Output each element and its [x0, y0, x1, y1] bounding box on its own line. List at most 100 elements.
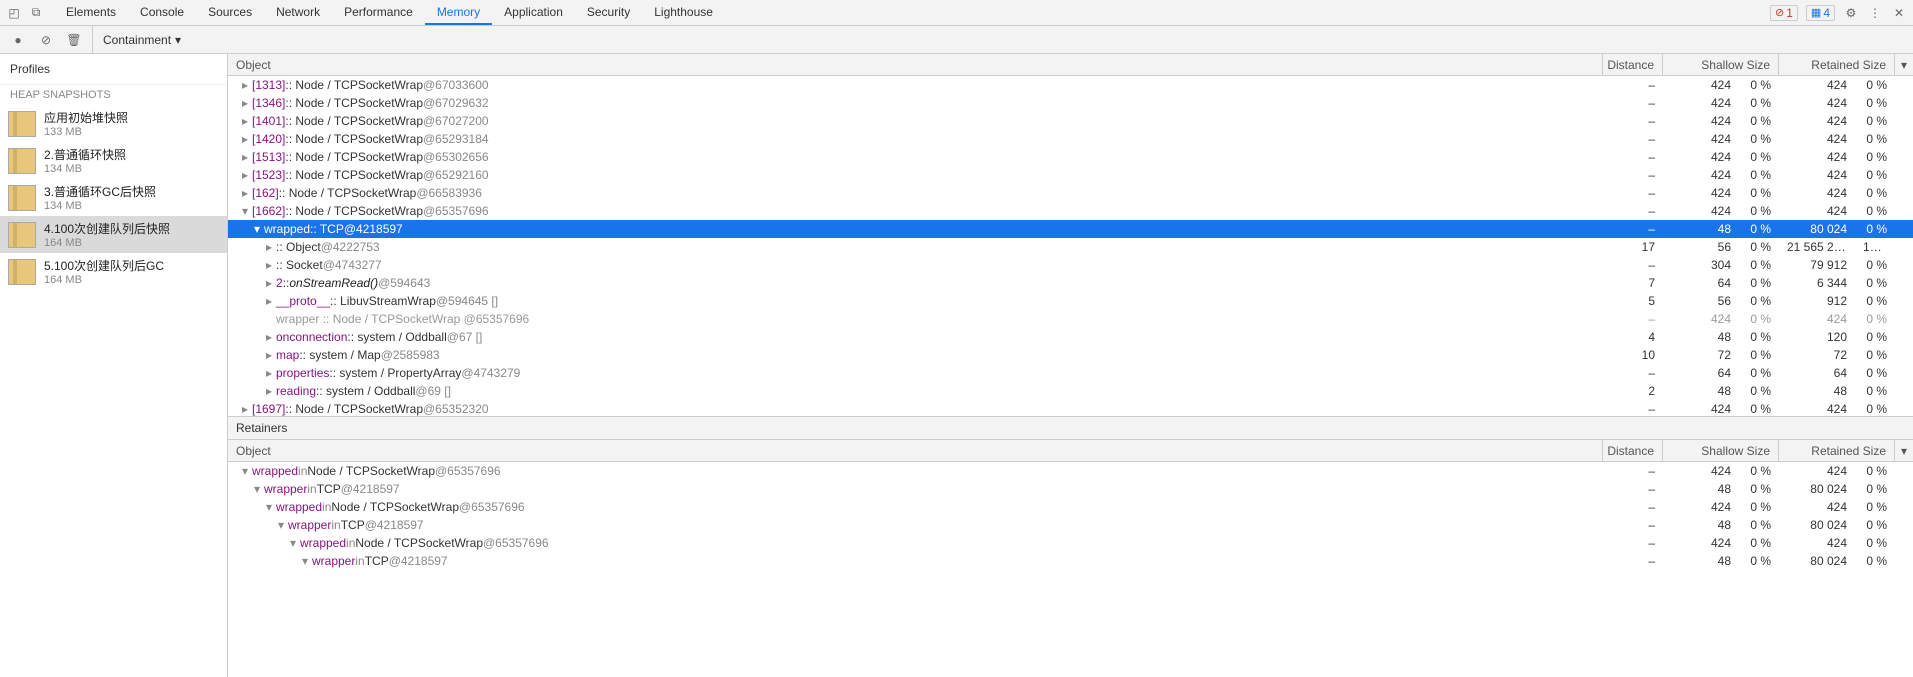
device-icon[interactable]: ⧉: [28, 5, 44, 21]
table-row[interactable]: ▸[162] :: Node / TCPSocketWrap @66583936…: [228, 184, 1913, 202]
expand-icon[interactable]: ▸: [264, 256, 274, 274]
expand-icon[interactable]: ▸: [240, 148, 250, 166]
table-row[interactable]: ▸[1697] :: Node / TCPSocketWrap @6535232…: [228, 400, 1913, 416]
expand-icon[interactable]: ▸: [264, 364, 274, 382]
table-row[interactable]: wrapper :: Node / TCPSocketWrap @6535769…: [228, 310, 1913, 328]
expand-icon[interactable]: ▸: [240, 76, 250, 94]
expand-icon[interactable]: ▸: [240, 166, 250, 184]
table-row[interactable]: ▾wrapper in TCP @4218597–480 %80 0240 %: [228, 480, 1913, 498]
clear-icon[interactable]: ⊘: [38, 32, 54, 48]
cell-shallow-pct: 0 %: [1739, 238, 1779, 256]
cell-shallow-pct: 0 %: [1739, 112, 1779, 130]
tab-lighthouse[interactable]: Lighthouse: [642, 0, 725, 25]
table-row[interactable]: ▸properties :: system / PropertyArray @4…: [228, 364, 1913, 382]
table-row[interactable]: ▸2 :: onStreamRead() @5946437640 %6 3440…: [228, 274, 1913, 292]
collapse-icon[interactable]: ▾: [252, 220, 262, 238]
error-badge[interactable]: ⊘ 1: [1770, 5, 1798, 21]
expand-icon[interactable]: ▸: [264, 328, 274, 346]
col-menu-icon[interactable]: ▾: [1895, 54, 1913, 75]
cell-shallow: 72: [1663, 346, 1739, 364]
expand-icon[interactable]: ▸: [240, 94, 250, 112]
cell-shallow-pct: 0 %: [1739, 400, 1779, 416]
col-shallow[interactable]: Shallow Size: [1663, 54, 1779, 75]
cell-distance: 10: [1603, 346, 1663, 364]
col-distance[interactable]: Distance: [1603, 54, 1663, 75]
expand-icon[interactable]: ▸: [240, 400, 250, 416]
table-row[interactable]: ▸[1513] :: Node / TCPSocketWrap @6530265…: [228, 148, 1913, 166]
collapse-icon[interactable]: ▾: [288, 534, 298, 552]
object-rows[interactable]: ▸[1313] :: Node / TCPSocketWrap @6703360…: [228, 76, 1913, 416]
table-row[interactable]: ▸[1313] :: Node / TCPSocketWrap @6703360…: [228, 76, 1913, 94]
cell-shallow: 64: [1663, 274, 1739, 292]
table-row[interactable]: ▸ :: Socket @4743277–3040 %79 9120 %: [228, 256, 1913, 274]
expand-icon[interactable]: ▸: [264, 238, 274, 256]
expand-icon[interactable]: ▸: [264, 292, 274, 310]
cell-retained-pct: 0 %: [1855, 256, 1895, 274]
collapse-icon[interactable]: ▾: [240, 202, 250, 220]
col-retained[interactable]: Retained Size: [1779, 54, 1895, 75]
inspect-icon[interactable]: ◰: [6, 5, 22, 21]
snapshot-item[interactable]: 4.100次创建队列后快照164 MB: [0, 216, 227, 253]
table-row[interactable]: ▾wrapped in Node / TCPSocketWrap @653576…: [228, 534, 1913, 552]
table-row[interactable]: ▾wrapped in Node / TCPSocketWrap @653576…: [228, 462, 1913, 480]
record-icon[interactable]: ●: [10, 32, 26, 48]
snapshot-item[interactable]: 2.普通循环快照134 MB: [0, 142, 227, 179]
snapshot-thumb-icon: [8, 259, 36, 285]
table-row[interactable]: ▸reading :: system / Oddball @69 []2480 …: [228, 382, 1913, 400]
message-badge[interactable]: ▦ 4: [1806, 5, 1835, 21]
col-object[interactable]: Object: [228, 54, 1603, 75]
snapshot-item[interactable]: 3.普通循环GC后快照134 MB: [0, 179, 227, 216]
tab-console[interactable]: Console: [128, 0, 196, 25]
cell-retained: 80 024: [1779, 220, 1855, 238]
cell-retained-pct: 0 %: [1855, 202, 1895, 220]
trash-icon[interactable]: 🗑: [66, 32, 82, 48]
col-menu-icon[interactable]: ▾: [1895, 440, 1913, 461]
collapse-icon[interactable]: ▾: [252, 480, 262, 498]
tab-elements[interactable]: Elements: [54, 0, 128, 25]
retainer-rows[interactable]: ▾wrapped in Node / TCPSocketWrap @653576…: [228, 462, 1913, 677]
tab-performance[interactable]: Performance: [332, 0, 425, 25]
collapse-icon[interactable]: ▾: [276, 516, 286, 534]
collapse-icon[interactable]: ▾: [300, 552, 310, 570]
table-row[interactable]: ▾wrapped :: TCP @4218597–480 %80 0240 %: [228, 220, 1913, 238]
table-row[interactable]: ▸[1523] :: Node / TCPSocketWrap @6529216…: [228, 166, 1913, 184]
close-icon[interactable]: ✕: [1891, 5, 1907, 21]
snapshot-item[interactable]: 应用初始堆快照133 MB: [0, 105, 227, 142]
tab-memory[interactable]: Memory: [425, 0, 492, 25]
more-icon[interactable]: ⋮: [1867, 5, 1883, 21]
cell-retained: 79 912: [1779, 256, 1855, 274]
table-row[interactable]: ▸[1401] :: Node / TCPSocketWrap @6702720…: [228, 112, 1913, 130]
collapse-icon[interactable]: ▾: [264, 498, 274, 516]
table-row[interactable]: ▾wrapper in TCP @4218597–480 %80 0240 %: [228, 516, 1913, 534]
cell-distance: –: [1603, 76, 1663, 94]
view-dropdown[interactable]: Containment ▾: [103, 33, 181, 47]
table-row[interactable]: ▸[1420] :: Node / TCPSocketWrap @6529318…: [228, 130, 1913, 148]
snapshot-item[interactable]: 5.100次创建队列后GC164 MB: [0, 253, 227, 290]
cell-distance: –: [1603, 256, 1663, 274]
table-row[interactable]: ▸__proto__ :: LibuvStreamWrap @594645 []…: [228, 292, 1913, 310]
table-row[interactable]: ▾wrapper in TCP @4218597–480 %80 0240 %: [228, 552, 1913, 570]
expand-icon[interactable]: ▸: [264, 274, 274, 292]
collapse-icon[interactable]: ▾: [240, 462, 250, 480]
expand-icon[interactable]: ▸: [240, 130, 250, 148]
tab-application[interactable]: Application: [492, 0, 575, 25]
tab-sources[interactable]: Sources: [196, 0, 264, 25]
table-row[interactable]: ▸[1346] :: Node / TCPSocketWrap @6702963…: [228, 94, 1913, 112]
expand-icon[interactable]: ▸: [240, 112, 250, 130]
table-row[interactable]: ▸map :: system / Map @258598310720 %720 …: [228, 346, 1913, 364]
table-row[interactable]: ▸onconnection :: system / Oddball @67 []…: [228, 328, 1913, 346]
tab-network[interactable]: Network: [264, 0, 332, 25]
col-object[interactable]: Object: [228, 440, 1603, 461]
tab-security[interactable]: Security: [575, 0, 642, 25]
gear-icon[interactable]: ⚙: [1843, 5, 1859, 21]
expand-icon[interactable]: ▸: [240, 184, 250, 202]
cell-shallow-pct: 0 %: [1739, 498, 1779, 516]
table-row[interactable]: ▾wrapped in Node / TCPSocketWrap @653576…: [228, 498, 1913, 516]
col-shallow[interactable]: Shallow Size: [1663, 440, 1779, 461]
expand-icon[interactable]: ▸: [264, 382, 274, 400]
table-row[interactable]: ▾[1662] :: Node / TCPSocketWrap @6535769…: [228, 202, 1913, 220]
table-row[interactable]: ▸ :: Object @422275317560 %21 565 20813 …: [228, 238, 1913, 256]
expand-icon[interactable]: ▸: [264, 346, 274, 364]
col-retained[interactable]: Retained Size: [1779, 440, 1895, 461]
col-distance[interactable]: Distance: [1603, 440, 1663, 461]
